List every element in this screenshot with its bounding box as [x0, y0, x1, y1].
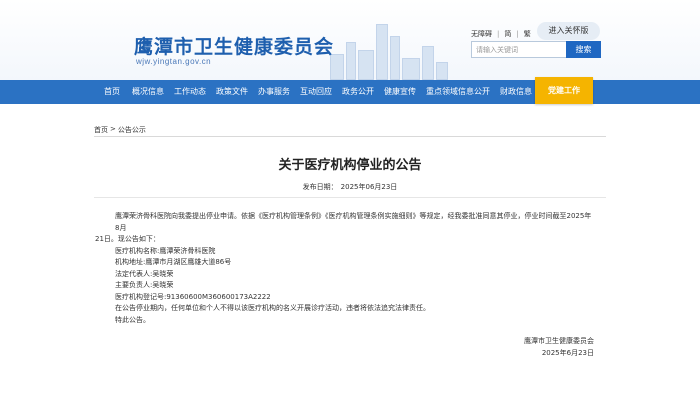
top-links: 无障碍 | 简 | 繁 — [471, 29, 531, 39]
nav-item-finance[interactable]: 财政信息 — [495, 80, 537, 104]
nav-item-key-areas[interactable]: 重点领域信息公开 — [421, 80, 495, 104]
breadcrumb-home[interactable]: 首页 — [94, 125, 108, 135]
signature-date: 2025年6月23日 — [541, 349, 594, 357]
paragraph-line: 机构地址:鹰潭市月湖区鹰雄大道86号 — [115, 258, 232, 266]
article-body: 鹰潭荣济骨科医院向我委提出停业申请。依据《医疗机构管理条例》《医疗机构管理条例实… — [95, 211, 595, 326]
divider — [94, 136, 606, 137]
paragraph-line: 医疗机构登记号:91360600M360600173A2222 — [115, 292, 271, 301]
divider — [94, 197, 606, 198]
paragraph-line: 21日。现公告如下： — [95, 235, 160, 243]
site-url: wjw.yingtan.gov.cn — [136, 57, 212, 66]
nav-item-work-news[interactable]: 工作动态 — [169, 80, 211, 104]
nav-item-health-promo[interactable]: 健康宣传 — [379, 80, 421, 104]
care-version-button[interactable]: 进入关怀版 — [537, 22, 600, 40]
publish-date-label: 发布日期： — [302, 183, 338, 191]
party-building-button[interactable]: 党建工作 — [535, 77, 593, 104]
site-title[interactable]: 鹰潭市卫生健康委员会 — [134, 32, 334, 59]
signature-org: 鹰潭市卫生健康委员会 — [524, 337, 594, 345]
nav-item-policy[interactable]: 政策文件 — [211, 80, 253, 104]
publish-date-value: 2025年06月23日 — [340, 183, 398, 191]
paragraph-line: 鹰潭荣济骨科医院向我委提出停业申请。依据《医疗机构管理条例》《医疗机构管理条例实… — [115, 212, 592, 232]
nav-item-home[interactable]: 首页 — [96, 80, 127, 104]
nav-item-interaction[interactable]: 互动回应 — [295, 80, 337, 104]
search-box: 搜索 — [471, 41, 601, 58]
divider: | — [497, 30, 500, 38]
breadcrumb: 首页 > 公告公示 — [94, 125, 146, 135]
skyline-illustration — [330, 18, 450, 80]
nav-item-overview[interactable]: 概况信息 — [127, 80, 169, 104]
nav-item-gov-affairs[interactable]: 政务公开 — [337, 80, 379, 104]
paragraph-line: 特此公告。 — [115, 315, 150, 324]
breadcrumb-announcements[interactable]: 公告公示 — [118, 125, 146, 135]
simplified-chinese-link[interactable]: 简 — [504, 29, 511, 39]
divider: | — [516, 30, 519, 38]
site-header: 鹰潭市卫生健康委员会 wjw.yingtan.gov.cn 无障碍 | 简 | … — [0, 0, 700, 80]
search-button[interactable]: 搜索 — [566, 41, 601, 58]
paragraph-line: 在公告停业期内，任何单位和个人不得以该医疗机构的名义开展诊疗活动，违者将依法追究… — [115, 304, 430, 312]
accessibility-link[interactable]: 无障碍 — [471, 29, 492, 39]
search-input[interactable] — [471, 41, 566, 58]
nav-item-services[interactable]: 办事服务 — [253, 80, 295, 104]
paragraph-line: 主要负责人:吴晓荣 — [115, 281, 174, 289]
paragraph-line: 医疗机构名称:鹰潭荣济骨科医院 — [115, 246, 216, 255]
signature-block: 鹰潭市卫生健康委员会 2025年6月23日 — [520, 335, 594, 359]
article-title: 关于医疗机构停业的公告 — [278, 158, 422, 173]
paragraph-line: 法定代表人:吴晓荣 — [115, 269, 174, 278]
traditional-chinese-link[interactable]: 繁 — [524, 29, 531, 39]
breadcrumb-separator: > — [110, 125, 116, 133]
main-nav: 首页 概况信息 工作动态 政策文件 办事服务 互动回应 政务公开 健康宣传 重点… — [0, 80, 700, 104]
publish-date: 发布日期： 2025年06月23日 — [0, 182, 700, 192]
